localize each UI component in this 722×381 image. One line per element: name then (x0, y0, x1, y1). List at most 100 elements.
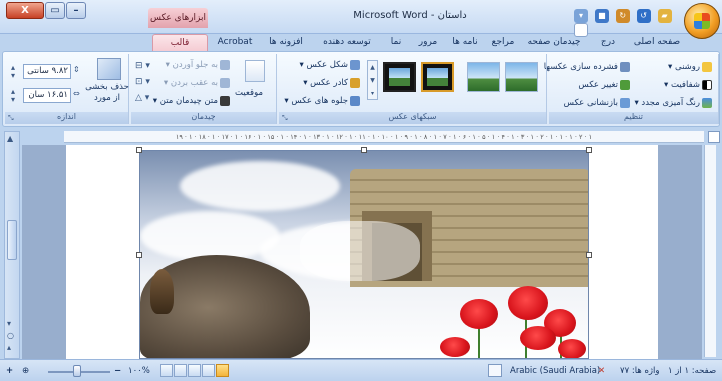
view-outline-icon[interactable] (174, 364, 187, 377)
office-logo (694, 13, 710, 29)
tab-mailings[interactable]: نامه ها (446, 34, 484, 51)
view-print-layout-icon[interactable] (216, 364, 229, 377)
tab-insert[interactable]: درج (590, 34, 626, 51)
crop-icon[interactable] (97, 58, 121, 80)
proofing-icon[interactable]: ✕ (598, 365, 605, 378)
word-count[interactable]: واژه ها: ۷۷ (620, 365, 660, 378)
height-field[interactable]: ۹.۸۲ سانتی (23, 64, 71, 79)
context-tab-title: ابزارهای عکس (148, 8, 208, 28)
reset-picture-icon (620, 97, 630, 108)
redo-icon[interactable]: ↻ (615, 9, 630, 23)
vertical-ruler[interactable] (704, 145, 716, 357)
zoom-out-button[interactable]: − (114, 365, 121, 378)
zoom-mode-icon[interactable]: ⊕ (22, 365, 29, 378)
view-reading-icon[interactable] (202, 364, 215, 377)
height-spinner-icon[interactable]: ▴ ▾ (11, 64, 15, 80)
save-icon[interactable]: ■ (594, 9, 609, 23)
zoom-in-button[interactable]: + (6, 365, 13, 378)
tab-format[interactable]: قالب (152, 34, 208, 51)
close-button[interactable]: X (6, 2, 44, 19)
minimize-button[interactable]: – (66, 2, 86, 19)
brightness-button[interactable]: روشنی ▾ (668, 60, 712, 74)
recolor-icon (702, 97, 712, 108)
picture-shape-button[interactable]: شکل عکس ▾ (299, 58, 360, 72)
bring-to-front-button[interactable]: به جلو آوردن ▾ (166, 58, 230, 72)
picture-styles-launcher-icon[interactable]: ⤡ (282, 114, 288, 123)
ribbon: روشنی ▾ شفافیت ▾ رنگ آمیزی مجدد ▾ فشرده … (2, 51, 720, 127)
align-group-icons[interactable]: ⊟ ▾ ⊡ ▾ △ ▾ (135, 58, 155, 108)
contrast-icon (702, 79, 712, 90)
zoom-level[interactable]: ۱۰۰% (128, 365, 150, 378)
tab-addins[interactable]: افزونه ها (262, 34, 310, 51)
cloud (140, 211, 280, 261)
tab-developer[interactable]: توسعه دهنده (314, 34, 380, 51)
picture-shape-icon (350, 59, 360, 70)
resize-handle[interactable] (586, 252, 592, 258)
poppy-flower (460, 299, 498, 329)
tab-references[interactable]: مراجع (486, 34, 520, 51)
change-picture-button[interactable]: تغییر عکس (578, 78, 630, 92)
tab-home[interactable]: صفحه اصلی (632, 34, 682, 51)
width-field[interactable]: ۱۶.۵۱ سان (23, 88, 71, 103)
position-icon[interactable] (245, 60, 265, 82)
tab-review[interactable]: مرور (412, 34, 444, 51)
resize-handle[interactable] (136, 252, 142, 258)
width-spinner-icon[interactable]: ▴ ▾ (11, 88, 15, 104)
picture-style-thumb-1[interactable] (505, 62, 538, 92)
tab-view[interactable]: نما (383, 34, 409, 51)
compress-pictures-button[interactable]: فشرده سازی عکسها (544, 60, 630, 74)
compress-icon (620, 61, 630, 72)
maximize-button[interactable]: ▭ (45, 2, 65, 19)
resize-handle[interactable] (361, 147, 367, 153)
resize-handle[interactable] (136, 147, 142, 153)
horizontal-ruler[interactable]: ۱۹ · ۱ · ۱۸ · ۱ · ۱۷ · ۱ · ۱۶ · ۱ · ۱۵ ·… (64, 131, 704, 143)
macro-record-icon[interactable] (488, 364, 502, 377)
group-picture-styles: ▲ ▼ ▾ شکل عکس ▾ کادر عکس ▾ جلوه های عکس ▾ … (279, 54, 547, 124)
picture-effects-button[interactable]: جلوه های عکس ▾ (284, 94, 360, 108)
crop-button[interactable]: حذف بخشی از مورد (85, 82, 129, 104)
resize-handle[interactable] (586, 147, 592, 153)
picture-style-thumb-4[interactable] (383, 62, 416, 92)
open-icon[interactable]: ▰ (657, 9, 672, 23)
poppy-flower (520, 326, 556, 350)
poppy-stem (478, 326, 480, 358)
view-draft-icon[interactable] (160, 364, 173, 377)
scroll-up-icon[interactable]: ▲ (7, 134, 13, 143)
send-to-back-button[interactable]: به عقب بردن ▾ (164, 76, 230, 90)
tab-page-layout[interactable]: چیدمان صفحه (522, 34, 586, 51)
styles-gallery-scroll[interactable]: ▲ ▼ ▾ (367, 60, 378, 100)
tab-acrobat[interactable]: Acrobat (212, 34, 258, 51)
picture-style-thumb-2[interactable] (467, 62, 500, 92)
zoom-slider-thumb[interactable] (73, 365, 81, 377)
position-button[interactable]: موقعیت (235, 86, 263, 100)
group-arrange: موقعیت به جلو آوردن ▾ به عقب بردن ▾ متن … (131, 54, 277, 124)
selected-picture[interactable] (139, 150, 589, 359)
poppy-flower (440, 337, 470, 357)
send-back-icon (220, 77, 230, 88)
poppy-flower (558, 339, 586, 358)
ruler-toggle-icon[interactable] (708, 131, 720, 143)
reset-picture-button[interactable]: بازنشانی عکس (564, 96, 630, 110)
picture-effects-icon (350, 95, 360, 106)
view-web-icon[interactable] (188, 364, 201, 377)
size-launcher-icon[interactable]: ⤡ (8, 114, 14, 123)
cloud (180, 161, 340, 211)
contrast-button[interactable]: شفافیت ▾ (664, 78, 712, 92)
picture-style-thumb-3[interactable] (421, 62, 454, 92)
page-number[interactable]: صفحه: ۱ از ۱ (668, 365, 716, 378)
window-title: Microsoft Word - داستان (353, 10, 467, 21)
picture-border-button[interactable]: کادر عکس ▾ (303, 76, 360, 90)
mist (300, 221, 420, 281)
customize-icon[interactable]: ▾ (574, 9, 588, 23)
group-size: حذف بخشی از مورد ۹.۸۲ سانتی ۱۶.۵۱ سان ▴ ▾… (5, 54, 129, 124)
ribbon-tabs: ? صفحه اصلی درج چیدمان صفحه مراجع نامه ه… (0, 34, 722, 82)
group-label-arrange: چیدمان (131, 112, 276, 124)
language-indicator[interactable]: Arabic (Saudi Arabia) (510, 365, 600, 378)
scroll-thumb[interactable] (7, 220, 17, 260)
text-wrap-icon (220, 95, 230, 106)
undo-icon[interactable]: ↺ (636, 9, 651, 23)
title-bar: X ▭ – ابزارهای عکس Microsoft Word - داست… (0, 0, 722, 39)
browse-object-icons[interactable]: ▾ ○ ▴ (7, 318, 14, 354)
text-wrapping-button[interactable]: متن چیدمان متن ▾ (153, 94, 230, 108)
recolor-button[interactable]: رنگ آمیزی مجدد ▾ (634, 96, 712, 110)
